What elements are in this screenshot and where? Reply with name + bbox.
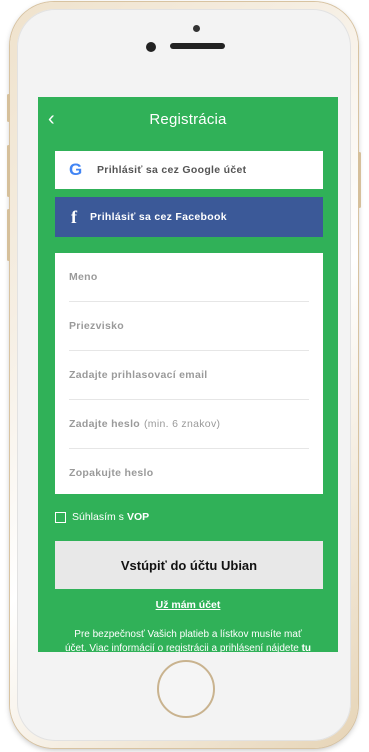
footer-line-2-text: účet. Viac informácií o registrácii a pr… <box>64 643 299 652</box>
facebook-icon: f <box>71 206 77 227</box>
login-button[interactable]: Vstúpiť do účtu Ubian <box>55 541 323 589</box>
mute-switch <box>7 94 10 122</box>
registration-form: Meno Priezvisko Zadajte prihlasovací ema… <box>55 253 323 494</box>
registration-screen: ‹ Registrácia G Prihlásiť sa cez Google … <box>38 97 338 652</box>
password-placeholder: Zadajte heslo <box>69 418 141 430</box>
front-camera-icon <box>146 42 156 52</box>
top-bar: ‹ Registrácia <box>38 97 338 143</box>
footer-line-1: Pre bezpečnosť Vašich platieb a lístkov … <box>74 629 302 640</box>
password-repeat-placeholder: Zopakujte heslo <box>69 467 154 479</box>
surname-field[interactable]: Priezvisko <box>69 302 309 351</box>
name-field[interactable]: Meno <box>69 253 309 302</box>
email-placeholder: Zadajte prihlasovací email <box>69 369 208 381</box>
password-field[interactable]: Zadajte heslo (min. 6 znakov) <box>69 400 309 449</box>
facebook-login-label: Prihlásiť sa cez Facebook <box>90 211 227 223</box>
volume-down-button <box>7 209 10 261</box>
footer-line-2: účet. Viac informácií o registrácii a pr… <box>40 642 336 652</box>
name-placeholder: Meno <box>69 271 98 283</box>
power-button <box>358 152 361 208</box>
page-title: Registrácia <box>149 111 227 128</box>
password-repeat-field[interactable]: Zopakujte heslo <box>69 449 309 497</box>
surname-placeholder: Priezvisko <box>69 320 124 332</box>
earpiece-speaker <box>170 43 225 49</box>
volume-up-button <box>7 145 10 197</box>
terms-link[interactable]: VOP <box>127 511 149 523</box>
home-button[interactable] <box>157 660 215 718</box>
footer-link[interactable]: tu <box>302 643 311 652</box>
have-account-link[interactable]: Už mám účet <box>38 599 338 611</box>
terms-label: Súhlasím s <box>72 511 124 523</box>
terms-checkbox[interactable] <box>55 511 66 523</box>
email-field[interactable]: Zadajte prihlasovací email <box>69 351 309 400</box>
facebook-login-button[interactable]: f Prihlásiť sa cez Facebook <box>55 197 323 237</box>
google-login-button[interactable]: G Prihlásiť sa cez Google účet <box>55 151 323 189</box>
google-icon: G <box>69 160 83 179</box>
password-hint: (min. 6 znakov) <box>144 418 221 430</box>
google-login-label: Prihlásiť sa cez Google účet <box>97 164 247 176</box>
info-footer: Pre bezpečnosť Vašich platieb a lístkov … <box>38 628 338 652</box>
terms-row: Súhlasím s VOP <box>55 511 149 523</box>
proximity-sensor <box>193 25 200 32</box>
